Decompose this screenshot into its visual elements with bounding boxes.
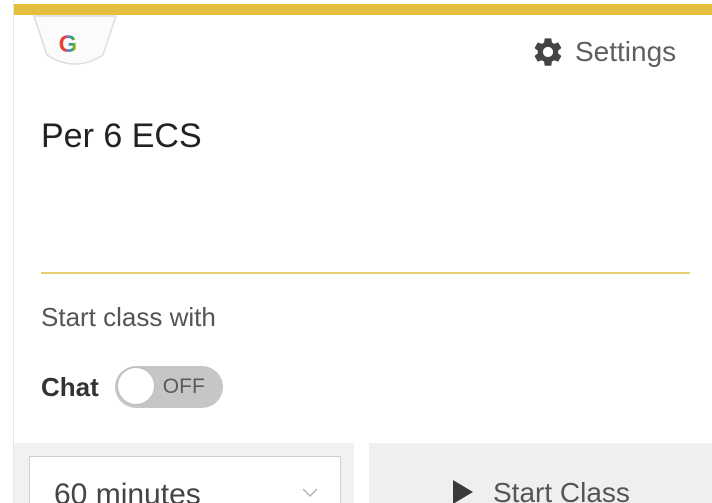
chat-option-row: Chat OFF <box>41 366 223 408</box>
chevron-down-icon <box>302 488 318 498</box>
accent-bar <box>14 4 712 15</box>
class-card: G Settings Per 6 ECS Start class with Ch… <box>13 0 712 503</box>
toggle-state-label: OFF <box>162 375 205 398</box>
chat-toggle[interactable]: OFF <box>114 366 223 408</box>
divider <box>41 272 690 274</box>
start-class-button[interactable]: Start Class <box>369 443 712 503</box>
duration-value: 60 minutes <box>54 478 201 503</box>
start-class-with-heading: Start class with <box>41 302 216 332</box>
toggle-knob <box>116 367 155 405</box>
class-title: Per 6 ECS <box>41 117 202 155</box>
google-g-icon: G <box>58 31 78 58</box>
settings-label: Settings <box>575 36 677 67</box>
play-icon <box>453 480 473 503</box>
start-class-label: Start Class <box>493 477 630 503</box>
duration-select[interactable]: 60 minutes <box>29 456 341 503</box>
chat-label: Chat <box>41 371 99 402</box>
gear-icon <box>534 38 562 66</box>
settings-button[interactable]: Settings <box>531 34 676 70</box>
